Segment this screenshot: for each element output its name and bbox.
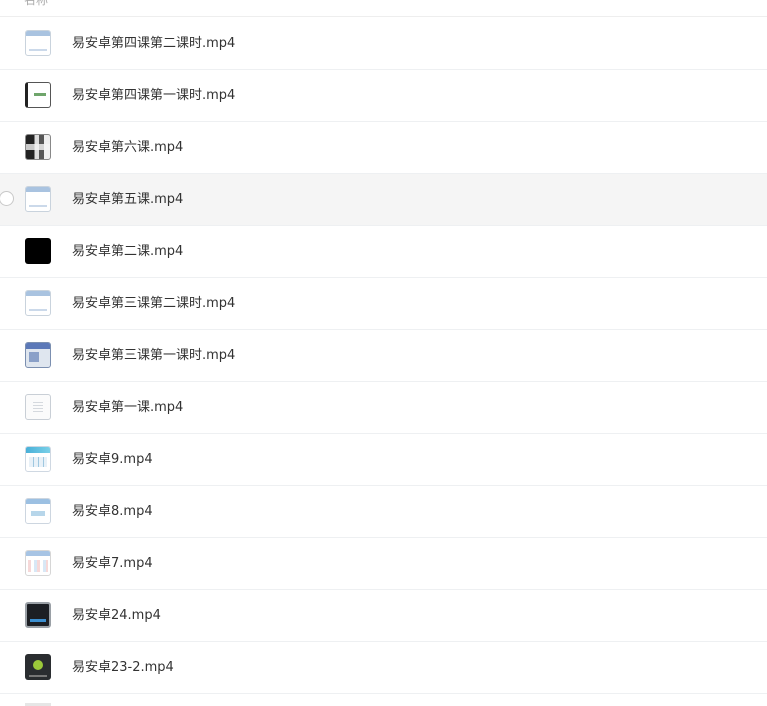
file-row[interactable]: 易安卓第三课第二课时.mp4	[0, 278, 767, 330]
video-thumbnail-icon	[25, 394, 51, 420]
file-row[interactable]: 易安卓第二课.mp4	[0, 226, 767, 278]
video-thumbnail-icon	[25, 342, 51, 368]
file-row[interactable]: 易安卓第四课第一课时.mp4	[0, 70, 767, 122]
video-thumbnail-icon	[25, 498, 51, 524]
file-name[interactable]: 易安卓8.mp4	[72, 486, 153, 537]
list-header: 名称 ⌄	[0, 0, 767, 17]
file-name[interactable]: 易安卓24.mp4	[72, 590, 161, 641]
file-name[interactable]: 易安卓第二课.mp4	[72, 226, 183, 277]
video-thumbnail-icon	[25, 550, 51, 576]
column-header-name[interactable]: 名称	[24, 0, 48, 8]
chevron-down-icon[interactable]: ⌄	[58, 0, 66, 3]
file-row[interactable]: 易安卓24.mp4	[0, 590, 767, 642]
file-row[interactable]: 易安卓7.mp4	[0, 538, 767, 590]
file-name[interactable]: 易安卓第六课.mp4	[72, 122, 183, 173]
video-thumbnail-icon	[25, 654, 51, 680]
file-row[interactable]: 易安卓23-2.mp4	[0, 642, 767, 694]
video-thumbnail-icon	[25, 238, 51, 264]
file-name[interactable]: 易安卓9.mp4	[72, 434, 153, 485]
video-thumbnail-icon	[25, 82, 51, 108]
file-row[interactable]: 易安卓第五课.mp4	[0, 174, 767, 226]
file-name[interactable]: 易安卓第四课第二课时.mp4	[72, 18, 235, 69]
video-thumbnail-icon	[25, 602, 51, 628]
file-name[interactable]: 易安卓第一课.mp4	[72, 382, 183, 433]
file-row[interactable]: 易安卓第六课.mp4	[0, 122, 767, 174]
file-name[interactable]: 易安卓第四课第一课时.mp4	[72, 70, 235, 121]
file-row[interactable]: 易安卓第四课第二课时.mp4	[0, 18, 767, 70]
file-row[interactable]: 易安卓8.mp4	[0, 486, 767, 538]
file-row[interactable]: 易安卓第一课.mp4	[0, 382, 767, 434]
file-name[interactable]: 易安卓23-2.mp4	[72, 642, 174, 693]
video-thumbnail-icon	[25, 134, 51, 160]
video-thumbnail-icon	[25, 186, 51, 212]
select-checkbox[interactable]	[0, 191, 14, 206]
file-list: 易安卓第四课第二课时.mp4 易安卓第四课第一课时.mp4 易安卓第六课.mp4…	[0, 18, 767, 694]
video-thumbnail-icon	[25, 446, 51, 472]
file-row[interactable]: 易安卓9.mp4	[0, 434, 767, 486]
file-name[interactable]: 易安卓第三课第二课时.mp4	[72, 278, 235, 329]
file-name[interactable]: 易安卓7.mp4	[72, 538, 153, 589]
video-thumbnail-icon	[25, 30, 51, 56]
video-thumbnail-icon	[25, 290, 51, 316]
file-row[interactable]: 易安卓第三课第一课时.mp4	[0, 330, 767, 382]
file-name[interactable]: 易安卓第五课.mp4	[72, 174, 183, 225]
file-name[interactable]: 易安卓第三课第一课时.mp4	[72, 330, 235, 381]
